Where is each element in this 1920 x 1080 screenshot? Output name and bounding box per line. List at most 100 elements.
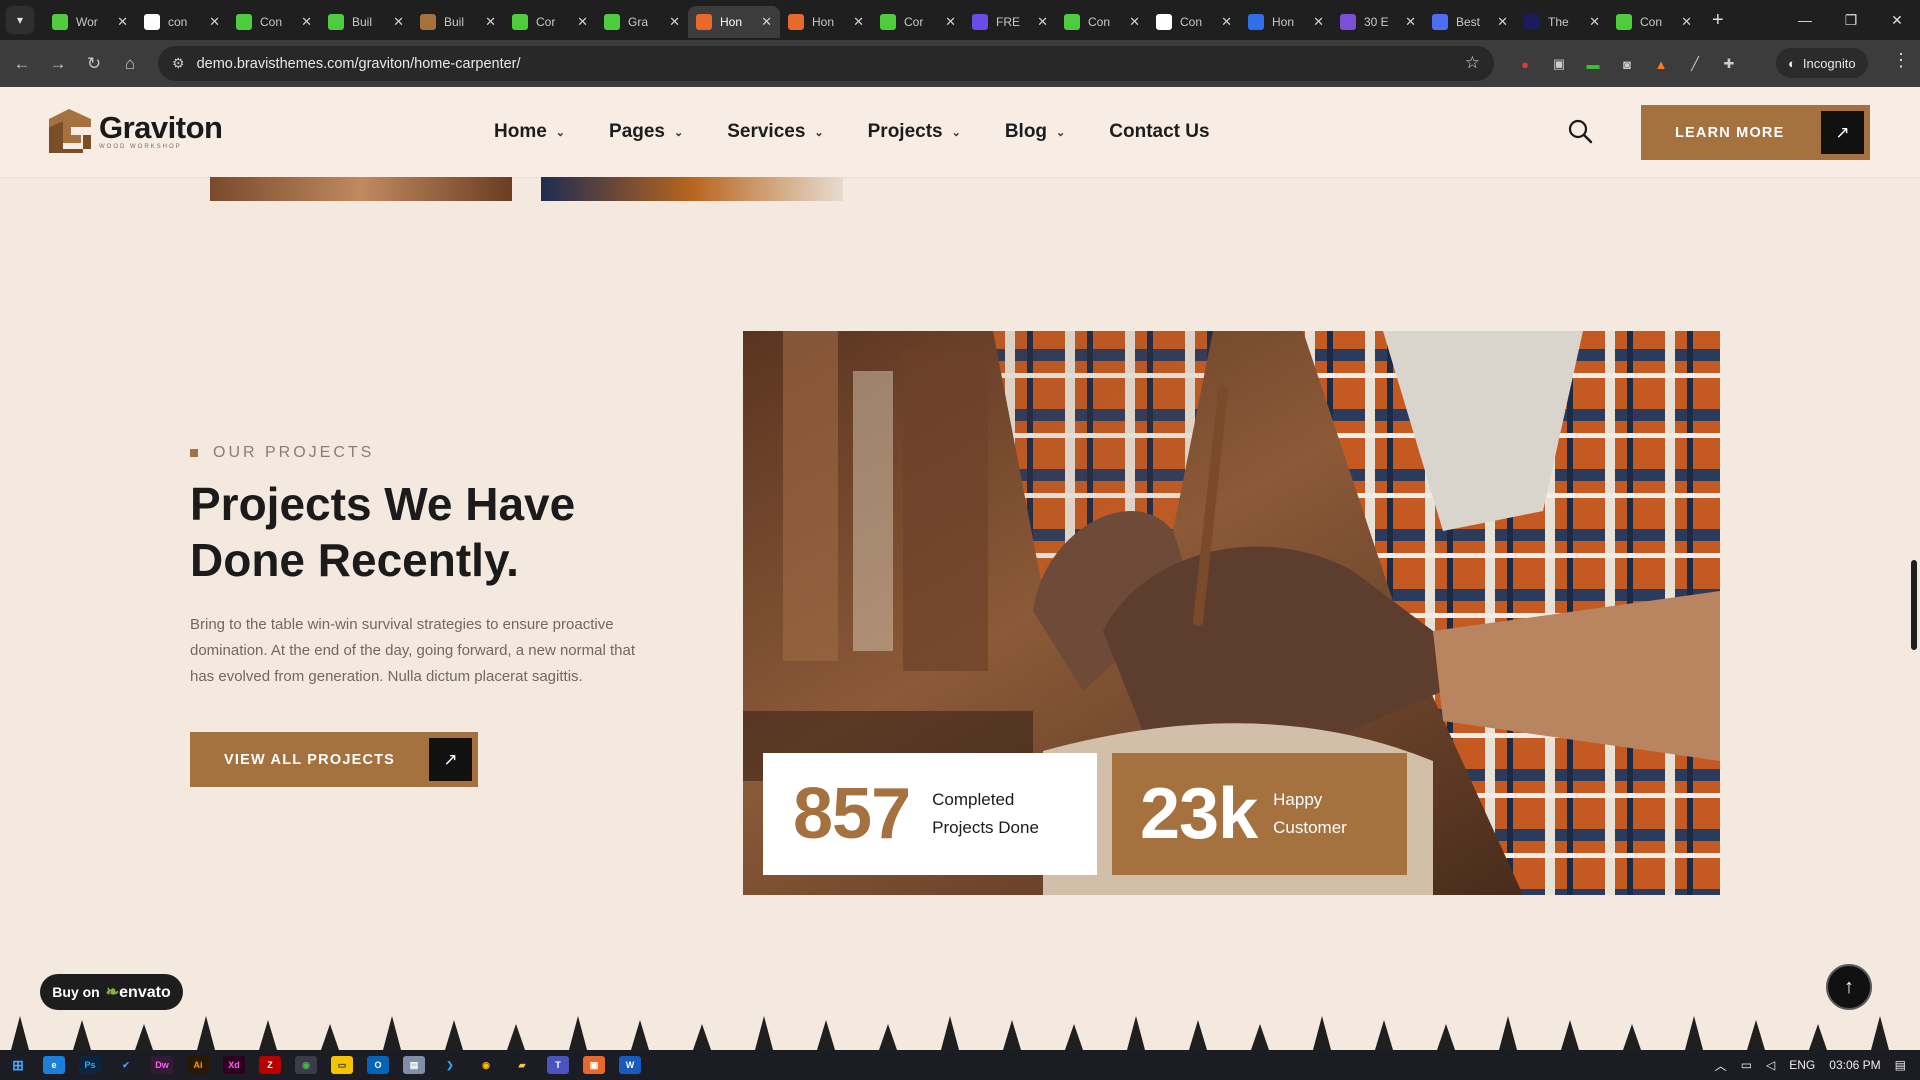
new-tab-button[interactable]: + bbox=[1712, 9, 1724, 32]
nav-label: Home bbox=[494, 121, 547, 142]
nav-item-services[interactable]: Services ⌄ bbox=[727, 121, 823, 143]
browser-tab[interactable]: Gra ✕ bbox=[596, 6, 688, 38]
bookmark-star-icon[interactable]: ☆ bbox=[1465, 53, 1480, 73]
close-tab-icon[interactable]: ✕ bbox=[1037, 14, 1048, 30]
browser-tab[interactable]: 30 E ✕ bbox=[1332, 6, 1424, 38]
browser-tab[interactable]: Cor ✕ bbox=[504, 6, 596, 38]
extensions-puzzle-icon[interactable]: ✚ bbox=[1718, 53, 1740, 75]
vscode-icon[interactable]: ❯ bbox=[439, 1056, 461, 1074]
previous-section-image bbox=[210, 177, 512, 201]
close-tab-icon[interactable]: ✕ bbox=[1129, 14, 1140, 30]
browser-tab[interactable]: The ✕ bbox=[1516, 6, 1608, 38]
back-to-top-button[interactable]: ↑ bbox=[1826, 964, 1872, 1010]
browser-tab[interactable]: Hon ✕ bbox=[1240, 6, 1332, 38]
sticky-notes-icon[interactable]: ▭ bbox=[331, 1056, 353, 1074]
restore-icon[interactable]: ❐ bbox=[1828, 0, 1874, 40]
address-bar[interactable]: ⚙ demo.bravisthemes.com/graviton/home-ca… bbox=[158, 46, 1494, 81]
back-icon[interactable]: ← bbox=[4, 46, 40, 82]
nav-item-projects[interactable]: Projects ⌄ bbox=[868, 121, 961, 143]
extension-red-icon[interactable]: ● bbox=[1514, 53, 1536, 75]
dreamweaver-icon[interactable]: Dw bbox=[151, 1056, 173, 1074]
close-tab-icon[interactable]: ✕ bbox=[393, 14, 404, 30]
nav-item-pages[interactable]: Pages ⌄ bbox=[609, 121, 683, 143]
checkmark-app-icon[interactable]: ✔ bbox=[115, 1056, 137, 1074]
browser-tab[interactable]: Buil ✕ bbox=[412, 6, 504, 38]
extension-green-icon[interactable]: ▬ bbox=[1582, 53, 1604, 75]
learn-more-button[interactable]: LEARN MORE ↗ bbox=[1641, 105, 1870, 160]
home-icon[interactable]: ⌂ bbox=[112, 46, 148, 82]
close-tab-icon[interactable]: ✕ bbox=[209, 14, 220, 30]
tray-chevron-icon[interactable]: ︿ bbox=[1715, 1057, 1727, 1074]
close-tab-icon[interactable]: ✕ bbox=[485, 14, 496, 30]
browser-tab[interactable]: Hon ✕ bbox=[688, 6, 780, 38]
browser-tab[interactable]: Con ✕ bbox=[1608, 6, 1700, 38]
close-tab-icon[interactable]: ✕ bbox=[301, 14, 312, 30]
close-tab-icon[interactable]: ✕ bbox=[1221, 14, 1232, 30]
extension-pen-icon[interactable]: ╱ bbox=[1684, 53, 1706, 75]
file-explorer-icon[interactable]: ▰ bbox=[511, 1056, 533, 1074]
close-tab-icon[interactable]: ✕ bbox=[945, 14, 956, 30]
elementor-icon bbox=[880, 14, 896, 30]
nav-item-contact-us[interactable]: Contact Us bbox=[1109, 121, 1209, 143]
language-indicator[interactable]: ENG bbox=[1789, 1058, 1815, 1072]
illustrator-icon[interactable]: Ai bbox=[187, 1056, 209, 1074]
incognito-indicator[interactable]: ◐ Incognito bbox=[1776, 48, 1868, 78]
close-tab-icon[interactable]: ✕ bbox=[1313, 14, 1324, 30]
browser-tab[interactable]: Con ✕ bbox=[1056, 6, 1148, 38]
app-orange-icon[interactable]: ▣ bbox=[583, 1056, 605, 1074]
browser-tab[interactable]: Cor ✕ bbox=[872, 6, 964, 38]
browser-tab[interactable]: FRE ✕ bbox=[964, 6, 1056, 38]
notifications-icon[interactable]: ▤ bbox=[1895, 1058, 1906, 1072]
close-tab-icon[interactable]: ✕ bbox=[1681, 14, 1692, 30]
browser-tab[interactable]: Hon ✕ bbox=[780, 6, 872, 38]
browser-tab[interactable]: Best ✕ bbox=[1424, 6, 1516, 38]
nav-item-blog[interactable]: Blog ⌄ bbox=[1005, 121, 1065, 143]
elementor-icon bbox=[604, 14, 620, 30]
site-info-icon[interactable]: ⚙ bbox=[172, 55, 185, 72]
teams-icon[interactable]: T bbox=[547, 1056, 569, 1074]
browser-tab[interactable]: Wor ✕ bbox=[44, 6, 136, 38]
close-tab-icon[interactable]: ✕ bbox=[1405, 14, 1416, 30]
network-icon[interactable]: ▭ bbox=[1741, 1058, 1752, 1072]
nav-item-home[interactable]: Home ⌄ bbox=[494, 121, 565, 143]
close-tab-icon[interactable]: ✕ bbox=[577, 14, 588, 30]
browser-menu-icon[interactable]: ⋮ bbox=[1892, 50, 1910, 71]
reload-icon[interactable]: ↻ bbox=[76, 46, 112, 82]
close-tab-icon[interactable]: ✕ bbox=[1497, 14, 1508, 30]
extension-camera-icon[interactable]: ◙ bbox=[1616, 53, 1638, 75]
windows-start-icon[interactable]: ⊞ bbox=[7, 1056, 29, 1074]
outlook-icon[interactable]: O bbox=[367, 1056, 389, 1074]
forward-icon[interactable]: → bbox=[40, 46, 76, 82]
filezilla-icon[interactable]: Z bbox=[259, 1056, 281, 1074]
photoshop-icon[interactable]: Ps bbox=[79, 1056, 101, 1074]
close-window-icon[interactable]: ✕ bbox=[1874, 0, 1920, 40]
browser-tab[interactable]: Con ✕ bbox=[1148, 6, 1240, 38]
close-tab-icon[interactable]: ✕ bbox=[853, 14, 864, 30]
browser-tab[interactable]: Con ✕ bbox=[228, 6, 320, 38]
site-logo[interactable]: Graviton WOOD WORKSHOP bbox=[49, 109, 223, 153]
close-tab-icon[interactable]: ✕ bbox=[761, 14, 772, 30]
minimize-icon[interactable]: — bbox=[1782, 0, 1828, 40]
close-tab-icon[interactable]: ✕ bbox=[1589, 14, 1600, 30]
close-tab-icon[interactable]: ✕ bbox=[669, 14, 680, 30]
word-icon[interactable]: W bbox=[619, 1056, 641, 1074]
stat-number: 23k bbox=[1140, 774, 1258, 854]
edge-icon[interactable]: e bbox=[43, 1056, 65, 1074]
extension-print-icon[interactable]: ▣ bbox=[1548, 53, 1570, 75]
chrome-icon[interactable]: ◉ bbox=[475, 1056, 497, 1074]
notepad-icon[interactable]: ▤ bbox=[403, 1056, 425, 1074]
chrome-active-icon[interactable]: ◉ bbox=[295, 1056, 317, 1074]
extension-fire-icon[interactable]: ▲ bbox=[1650, 53, 1672, 75]
tab-title: Con bbox=[1640, 15, 1663, 29]
clock[interactable]: 03:06 PM bbox=[1829, 1058, 1880, 1072]
search-icon[interactable] bbox=[1566, 117, 1594, 145]
browser-tab[interactable]: Buil ✕ bbox=[320, 6, 412, 38]
close-tab-icon[interactable]: ✕ bbox=[117, 14, 128, 30]
browser-tab[interactable]: con ✕ bbox=[136, 6, 228, 38]
scrollbar-thumb[interactable] bbox=[1911, 560, 1917, 650]
volume-icon[interactable]: ◁ bbox=[1766, 1058, 1775, 1072]
xd-icon[interactable]: Xd bbox=[223, 1056, 245, 1074]
tab-search-button[interactable]: ▾ bbox=[6, 6, 34, 34]
view-all-projects-button[interactable]: VIEW ALL PROJECTS ↗ bbox=[190, 732, 478, 787]
buy-on-envato-button[interactable]: Buy on ❧envato bbox=[40, 974, 183, 1010]
